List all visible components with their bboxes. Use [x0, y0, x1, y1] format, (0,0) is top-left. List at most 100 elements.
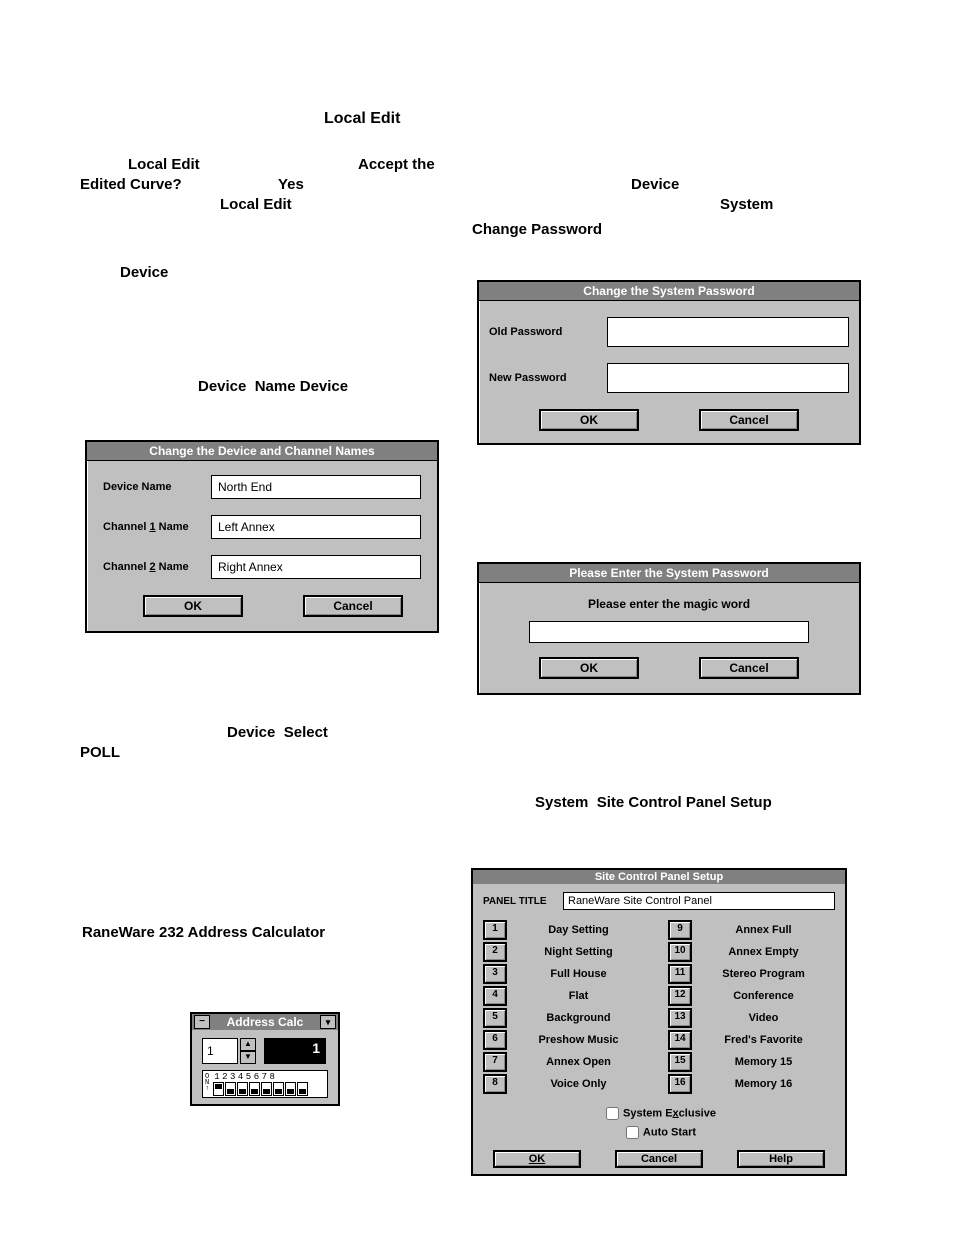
scp-memory-name[interactable]: Memory 15	[692, 1056, 835, 1068]
scp-memory-row: 1Day Setting	[483, 920, 650, 940]
scp-memory-row: 13Video	[668, 1008, 835, 1028]
scp-memory-name[interactable]: Preshow Music	[507, 1034, 650, 1046]
dialog-change-password-title: Change the System Password	[479, 282, 859, 301]
change-password-cancel-button[interactable]: Cancel	[699, 409, 799, 431]
address-calc-spinner[interactable]: ▲ ▼	[240, 1038, 256, 1064]
system-menu-icon[interactable]	[194, 1015, 210, 1029]
address-calc-titlebar: Address Calc	[192, 1014, 338, 1030]
dialog-device-names-title: Change the Device and Channel Names	[87, 442, 437, 461]
scp-memory-row: 4Flat	[483, 986, 650, 1006]
address-calc-display: 1	[264, 1038, 326, 1064]
device-names-cancel-button[interactable]: Cancel	[303, 595, 403, 617]
scp-memory-button-11[interactable]: 11	[668, 964, 692, 984]
scp-help-button[interactable]: Help	[737, 1150, 825, 1168]
scp-memory-button-8[interactable]: 8	[483, 1074, 507, 1094]
input-channel2-name[interactable]	[211, 555, 421, 579]
text-address-calc-heading: RaneWare 232 Address Calculator	[82, 924, 325, 941]
scp-memory-name[interactable]: Annex Open	[507, 1056, 650, 1068]
dialog-change-password: Change the System Password Old Password …	[477, 280, 861, 445]
scp-memory-button-9[interactable]: 9	[668, 920, 692, 940]
text-system-site-panel: System Site Control Panel Setup	[535, 794, 772, 811]
text-edited-curve: Edited Curve?	[80, 176, 182, 193]
scp-memory-button-14[interactable]: 14	[668, 1030, 692, 1050]
scp-memory-button-4[interactable]: 4	[483, 986, 507, 1006]
scp-memory-name[interactable]: Annex Empty	[692, 946, 835, 958]
scp-memory-button-12[interactable]: 12	[668, 986, 692, 1006]
scp-memory-name[interactable]: Day Setting	[507, 924, 650, 936]
scp-memory-name[interactable]: Annex Full	[692, 924, 835, 936]
change-password-ok-button[interactable]: OK	[539, 409, 639, 431]
address-calc-title: Address Calc	[214, 1015, 316, 1029]
minimize-icon[interactable]	[320, 1015, 336, 1029]
text-device-select: Device Select	[227, 724, 328, 741]
scp-memory-name[interactable]: Flat	[507, 990, 650, 1002]
scp-memory-row: 11Stereo Program	[668, 964, 835, 984]
scp-memory-name[interactable]: Full House	[507, 968, 650, 980]
scp-system-exclusive-check[interactable]: System Exclusive	[602, 1104, 716, 1123]
dialog-enter-password-title: Please Enter the System Password	[479, 564, 859, 583]
scp-memory-button-15[interactable]: 15	[668, 1052, 692, 1072]
scp-memory-button-7[interactable]: 7	[483, 1052, 507, 1072]
spin-up-icon[interactable]: ▲	[240, 1038, 256, 1051]
dialog-device-names: Change the Device and Channel Names Devi…	[85, 440, 439, 633]
window-address-calc: Address Calc ▲ ▼ 1 ON↑ 12345678	[190, 1012, 340, 1106]
scp-memory-button-3[interactable]: 3	[483, 964, 507, 984]
scp-title: Site Control Panel Setup	[473, 870, 845, 884]
text-local-edit-2: Local Edit	[220, 196, 292, 213]
input-channel1-name[interactable]	[211, 515, 421, 539]
text-change-password: Change Password	[472, 221, 602, 238]
dialog-enter-password: Please Enter the System Password Please …	[477, 562, 861, 695]
label-channel2-name: Channel 2 Name	[103, 561, 211, 573]
label-new-password: New Password	[489, 372, 607, 384]
label-channel1-name: Channel 1 Name	[103, 521, 211, 533]
scp-memory-button-10[interactable]: 10	[668, 942, 692, 962]
scp-memory-name[interactable]: Voice Only	[507, 1078, 650, 1090]
scp-left-column: 1Day Setting2Night Setting3Full House4Fl…	[483, 918, 650, 1096]
enter-password-ok-button[interactable]: OK	[539, 657, 639, 679]
scp-memory-row: 12Conference	[668, 986, 835, 1006]
enter-password-msg: Please enter the magic word	[479, 597, 859, 611]
input-old-password[interactable]	[607, 317, 849, 347]
scp-memory-row: 6Preshow Music	[483, 1030, 650, 1050]
scp-memory-row: 8Voice Only	[483, 1074, 650, 1094]
scp-memory-name[interactable]: Conference	[692, 990, 835, 1002]
scp-memory-row: 15Memory 15	[668, 1052, 835, 1072]
text-system: System	[720, 196, 773, 213]
scp-ok-button[interactable]: OK	[493, 1150, 581, 1168]
scp-memory-row: 16Memory 16	[668, 1074, 835, 1094]
text-poll: POLL	[80, 744, 120, 761]
scp-auto-start-check[interactable]: Auto Start	[622, 1123, 696, 1142]
scp-memory-button-1[interactable]: 1	[483, 920, 507, 940]
label-old-password: Old Password	[489, 326, 607, 338]
scp-memory-name[interactable]: Video	[692, 1012, 835, 1024]
scp-memory-row: 5Background	[483, 1008, 650, 1028]
scp-memory-name[interactable]: Background	[507, 1012, 650, 1024]
spin-down-icon[interactable]: ▼	[240, 1051, 256, 1064]
address-calc-input[interactable]	[202, 1038, 238, 1064]
scp-memory-row: 2Night Setting	[483, 942, 650, 962]
text-device: Device	[120, 264, 168, 281]
scp-cancel-button[interactable]: Cancel	[615, 1150, 703, 1168]
scp-memory-button-6[interactable]: 6	[483, 1030, 507, 1050]
input-new-password[interactable]	[607, 363, 849, 393]
scp-memory-row: 9Annex Full	[668, 920, 835, 940]
scp-panel-title-input[interactable]	[563, 892, 835, 910]
input-enter-password[interactable]	[529, 621, 809, 643]
scp-memory-button-5[interactable]: 5	[483, 1008, 507, 1028]
scp-memory-button-2[interactable]: 2	[483, 942, 507, 962]
scp-memory-row: 14Fred's Favorite	[668, 1030, 835, 1050]
scp-memory-row: 3Full House	[483, 964, 650, 984]
text-device-menu: Device	[631, 176, 679, 193]
text-yes: Yes	[278, 176, 304, 193]
enter-password-cancel-button[interactable]: Cancel	[699, 657, 799, 679]
scp-memory-button-13[interactable]: 13	[668, 1008, 692, 1028]
scp-memory-button-16[interactable]: 16	[668, 1074, 692, 1094]
scp-memory-name[interactable]: Fred's Favorite	[692, 1034, 835, 1046]
scp-memory-name[interactable]: Night Setting	[507, 946, 650, 958]
scp-memory-name[interactable]: Memory 16	[692, 1078, 835, 1090]
scp-memory-name[interactable]: Stereo Program	[692, 968, 835, 980]
label-device-name: Device Name	[103, 481, 211, 493]
device-names-ok-button[interactable]: OK	[143, 595, 243, 617]
input-device-name[interactable]	[211, 475, 421, 499]
scp-memory-row: 7Annex Open	[483, 1052, 650, 1072]
